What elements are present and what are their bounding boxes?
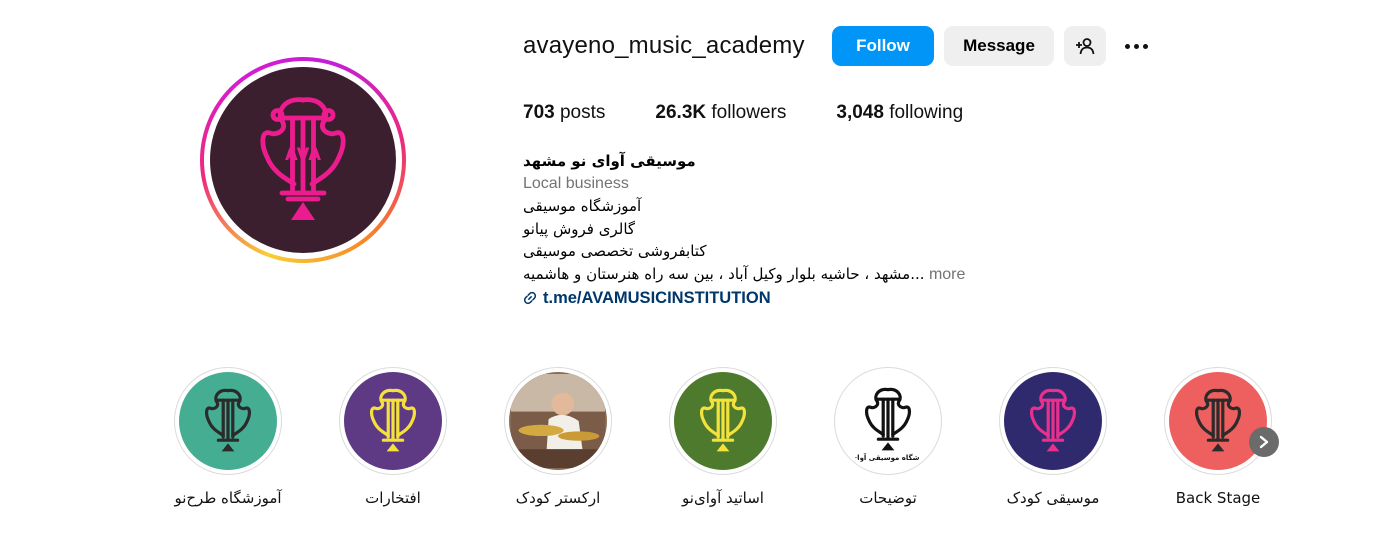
highlight-ring xyxy=(504,367,612,475)
more-options-icon xyxy=(1124,43,1130,49)
profile-category: Local business xyxy=(523,174,629,192)
following-link[interactable]: 3,048 following xyxy=(836,102,963,124)
highlight-item[interactable]: افتخارات xyxy=(333,367,453,507)
highlight-label: ارکستر کودک xyxy=(515,489,601,507)
highlight-item[interactable]: موسیقی کودک xyxy=(993,367,1113,507)
highlight-cover xyxy=(674,372,772,470)
link-icon xyxy=(523,292,537,305)
bio-external-link[interactable]: t.me/AVAMUSICINSTITUTION xyxy=(523,287,1043,310)
bio-address: مشهد ، حاشیه بلوار وکیل آباد ، بین سه را… xyxy=(523,264,925,283)
suggested-accounts-button[interactable] xyxy=(1064,26,1106,66)
more-options-button[interactable] xyxy=(1118,32,1154,60)
follow-button[interactable]: Follow xyxy=(832,26,934,66)
highlight-ring xyxy=(999,367,1107,475)
highlight-ring xyxy=(339,367,447,475)
highlight-cover-caption: آموزشگاه موسیقی آوای نو xyxy=(841,454,935,462)
lyre-logo-icon xyxy=(865,387,911,451)
followers-link[interactable]: 26.3K followers xyxy=(655,102,786,124)
highlight-cover xyxy=(344,372,442,470)
posts-count[interactable]: 703 posts xyxy=(523,102,605,124)
highlight-ring: آموزشگاه موسیقی آوای نو xyxy=(834,367,942,475)
profile-bio: موسیقی آوای نو مشهد Local business آموزش… xyxy=(523,150,1043,310)
highlight-cover: آموزشگاه موسیقی آوای نو xyxy=(839,372,937,470)
highlight-label: افتخارات xyxy=(365,489,421,507)
lyre-logo-icon xyxy=(1195,388,1241,452)
bio-line: گالری فروش پیانو xyxy=(523,219,636,238)
lyre-logo-icon xyxy=(370,388,416,452)
highlight-ring xyxy=(174,367,282,475)
highlight-ring xyxy=(1164,367,1272,475)
message-button[interactable]: Message xyxy=(944,26,1054,66)
highlight-label: Back Stage xyxy=(1175,489,1261,507)
highlight-label: توضیحات xyxy=(859,489,917,507)
bio-more-link[interactable]: more xyxy=(929,266,965,283)
highlight-item[interactable]: آموزشگاه طرح‌نو xyxy=(168,367,288,507)
bio-link-text: t.me/AVAMUSICINSTITUTION xyxy=(543,289,771,307)
bio-line: آموزشگاه موسیقی xyxy=(523,197,642,215)
profile-avatar[interactable]: AVA xyxy=(200,57,406,263)
bio-line: کتابفروشی تخصصی موسیقی xyxy=(523,242,707,260)
drummer-photo xyxy=(511,374,605,468)
more-options-icon-dot xyxy=(1142,43,1148,49)
highlight-label: موسیقی کودک xyxy=(1006,489,1100,507)
avatar-lyre-logo: AVA xyxy=(210,67,396,253)
profile-username: avayeno_music_academy xyxy=(523,32,805,59)
highlight-item[interactable]: ارکستر کودک xyxy=(498,367,618,507)
highlight-item[interactable]: اساتید آوای‌نو xyxy=(663,367,783,507)
more-options-icon-dot xyxy=(1133,43,1139,49)
lyre-icon: AVA xyxy=(260,97,346,220)
svg-text:AVA: AVA xyxy=(285,145,321,164)
profile-stats: 703 posts 26.3K followers 3,048 followin… xyxy=(523,102,1013,124)
highlight-item[interactable]: آموزشگاه موسیقی آوای نو توضیحات xyxy=(828,367,948,507)
highlight-cover xyxy=(1004,372,1102,470)
highlight-label: آموزشگاه طرح‌نو xyxy=(174,489,282,507)
highlights-next-button[interactable] xyxy=(1249,427,1279,457)
add-person-icon xyxy=(1076,38,1095,55)
highlight-cover xyxy=(179,372,277,470)
highlight-label: اساتید آوای‌نو xyxy=(682,489,764,507)
highlight-cover xyxy=(1169,372,1267,470)
profile-full-name: موسیقی آوای نو مشهد xyxy=(523,152,696,170)
lyre-logo-icon xyxy=(205,388,251,452)
lyre-logo-icon xyxy=(700,388,746,452)
lyre-logo-icon xyxy=(1030,388,1076,452)
highlight-ring xyxy=(669,367,777,475)
avatar-gap: AVA xyxy=(204,61,402,259)
highlight-cover xyxy=(509,372,607,470)
chevron-right-icon xyxy=(1259,435,1269,449)
